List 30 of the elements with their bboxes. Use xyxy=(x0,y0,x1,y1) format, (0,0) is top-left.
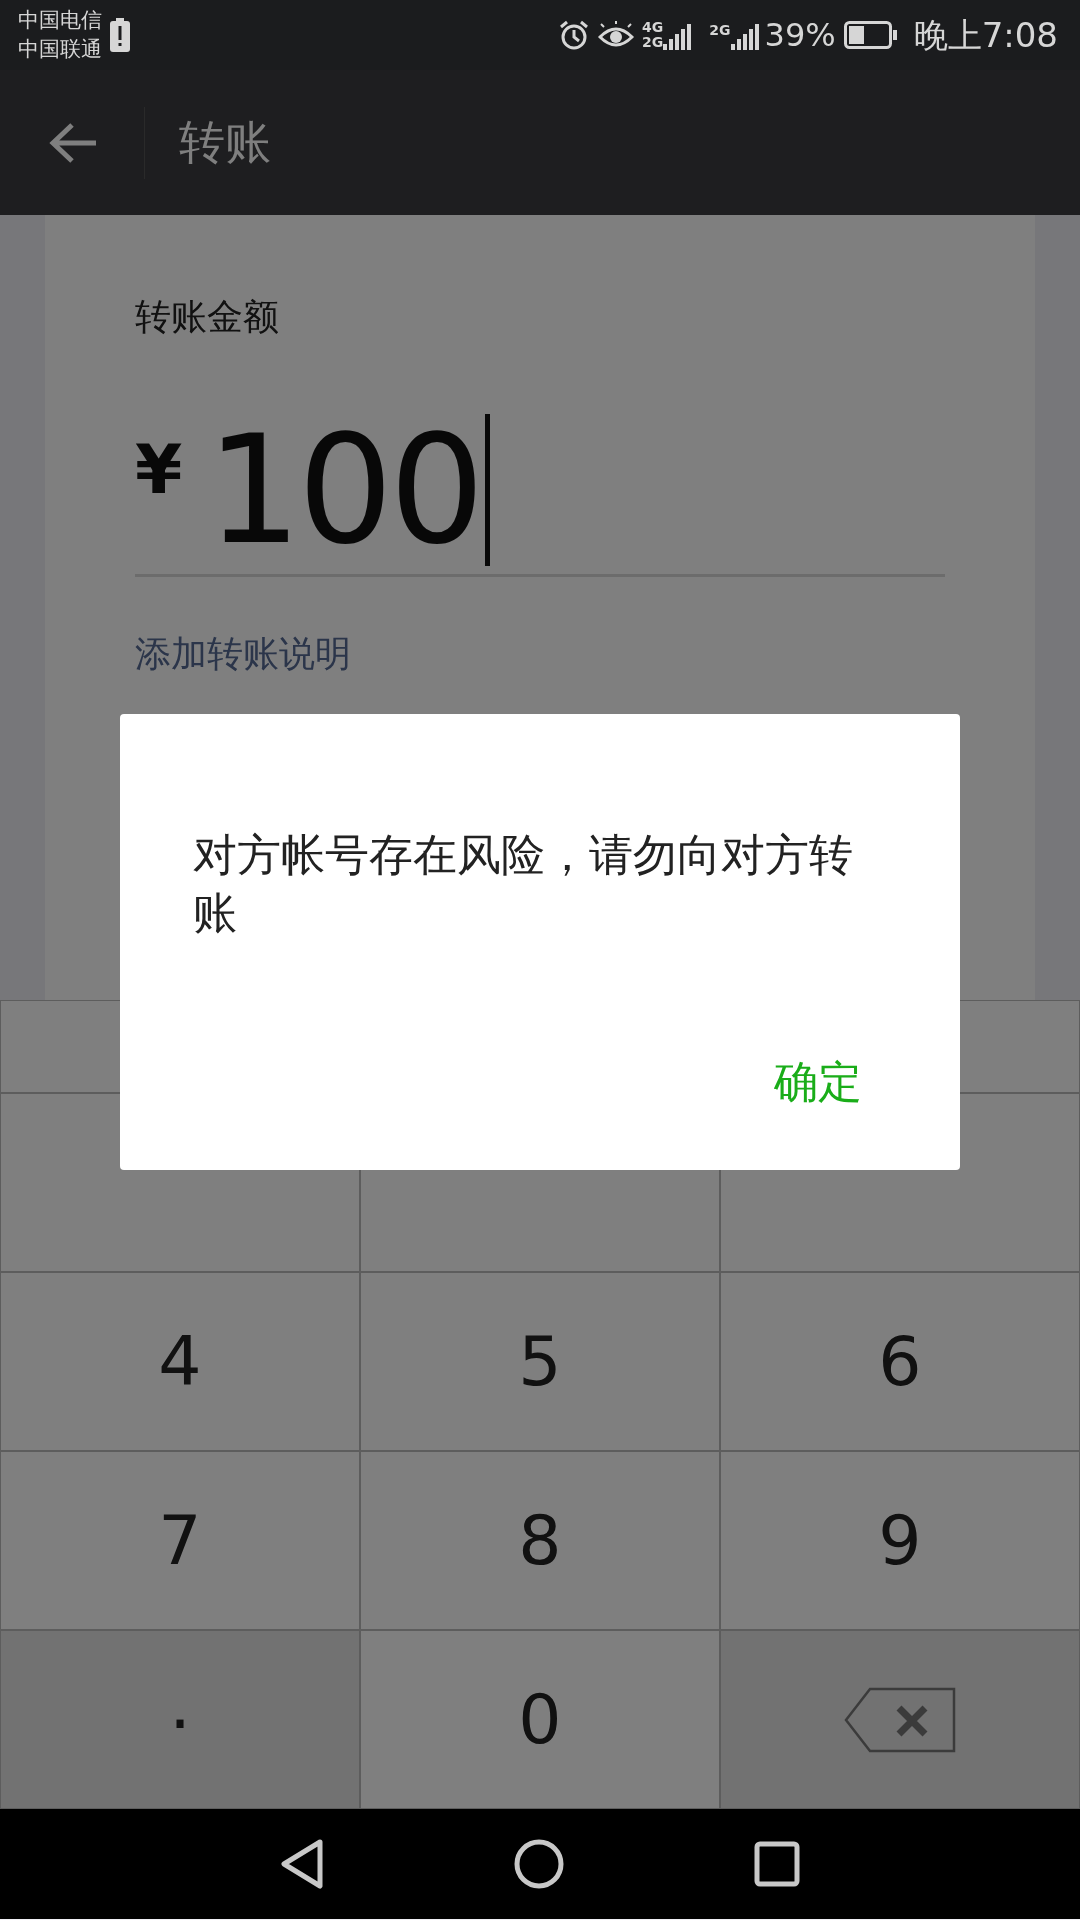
network-type: 4G xyxy=(642,20,664,35)
network-type: 2G xyxy=(709,21,731,40)
confirm-button[interactable]: 确定 xyxy=(774,1049,862,1115)
battery-icon xyxy=(843,21,898,49)
battery-percent: 39% xyxy=(764,15,836,56)
digit-key[interactable]: 6 xyxy=(720,1272,1080,1451)
decimal-key[interactable]: . xyxy=(0,1630,360,1809)
carrier-name: 中国联通 xyxy=(18,36,102,63)
dialog-message: 对方帐号存在风险，请勿向对方转账 xyxy=(193,828,854,940)
page-title: 转账 xyxy=(179,114,271,171)
add-note-link[interactable]: 添加转账说明 xyxy=(135,627,351,681)
network-type: 2G xyxy=(642,35,664,50)
backspace-icon xyxy=(844,1686,956,1753)
recents-nav-icon[interactable] xyxy=(754,1841,800,1887)
digit-key[interactable]: 8 xyxy=(360,1451,720,1630)
back-nav-icon[interactable] xyxy=(280,1839,324,1889)
digit-key[interactable]: 7 xyxy=(0,1451,360,1630)
eye-icon xyxy=(598,21,635,49)
digit-key[interactable]: 5 xyxy=(360,1272,720,1451)
home-nav-icon[interactable] xyxy=(514,1839,564,1889)
clock-time: 晚上7:08 xyxy=(913,13,1058,57)
digit-key[interactable]: 9 xyxy=(720,1451,1080,1630)
alarm-icon xyxy=(558,19,591,51)
back-button[interactable] xyxy=(48,121,98,164)
carrier-name: 中国电信 xyxy=(18,7,102,34)
battery-alert-icon xyxy=(110,18,130,52)
amount-label: 转账金额 xyxy=(135,295,280,339)
digit-key[interactable]: 4 xyxy=(0,1272,360,1451)
digit-key[interactable]: 0 xyxy=(360,1630,720,1809)
amount-field[interactable]: ¥ 100 xyxy=(135,414,945,577)
